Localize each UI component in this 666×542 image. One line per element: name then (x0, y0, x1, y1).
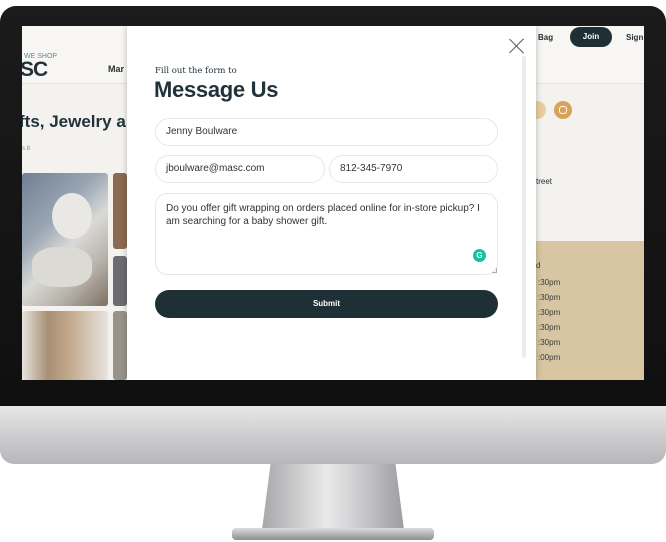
name-field[interactable]: Jenny Boulware (155, 118, 498, 146)
hours-line: :30pm (538, 278, 561, 287)
product-photo-coat[interactable] (22, 311, 108, 380)
hours-line: :30pm (538, 338, 561, 347)
modal-subtitle: Fill out the form to (155, 66, 237, 76)
bag-link[interactable]: Bag (538, 33, 553, 42)
address-text: treet (536, 177, 553, 186)
product-photo[interactable] (113, 173, 127, 249)
grammarly-icon[interactable]: G (473, 249, 486, 262)
hours-line: :30pm (538, 293, 561, 302)
message-us-modal: Fill out the form to Message Us Jenny Bo… (127, 26, 536, 380)
resize-handle-icon[interactable] (492, 268, 497, 273)
email-field[interactable]: jboulware@masc.com (155, 155, 325, 183)
hours-line: :30pm (538, 308, 561, 317)
modal-scrollbar[interactable] (522, 56, 526, 358)
submit-button[interactable]: Submit (155, 290, 498, 318)
product-photo[interactable] (113, 256, 127, 306)
monitor-chin (0, 406, 666, 464)
product-photo[interactable] (113, 311, 127, 380)
hours-line: :30pm (538, 323, 561, 332)
browser-screen: WE SHOP SC Mar Bag Join Sign fts, Jewelr… (22, 26, 644, 380)
message-textarea[interactable]: Do you offer gift wrapping on orders pla… (155, 193, 498, 275)
modal-title: Message Us (154, 77, 279, 102)
monitor-stand-base (232, 528, 434, 540)
product-photo-teddy-bear[interactable] (22, 173, 108, 306)
instagram-icon[interactable] (554, 101, 572, 119)
breadcrumb: s 8 (22, 146, 31, 152)
page-title: fts, Jewelry a (22, 112, 126, 131)
monitor-mockup: WE SHOP SC Mar Bag Join Sign fts, Jewelr… (0, 0, 666, 542)
join-button[interactable]: Join (570, 27, 612, 47)
site-logo[interactable]: SC (22, 58, 48, 82)
hours-line: :00pm (538, 353, 561, 362)
nav-item-market[interactable]: Mar (108, 64, 124, 74)
hours-heading: d (536, 261, 541, 270)
sign-in-link[interactable]: Sign (626, 33, 643, 42)
close-icon[interactable] (507, 36, 527, 56)
monitor-stand (262, 464, 404, 530)
store-hours-panel: d :30pm :30pm :30pm :30pm :30pm :00pm (532, 241, 644, 380)
phone-field[interactable]: 812-345-7970 (329, 155, 498, 183)
